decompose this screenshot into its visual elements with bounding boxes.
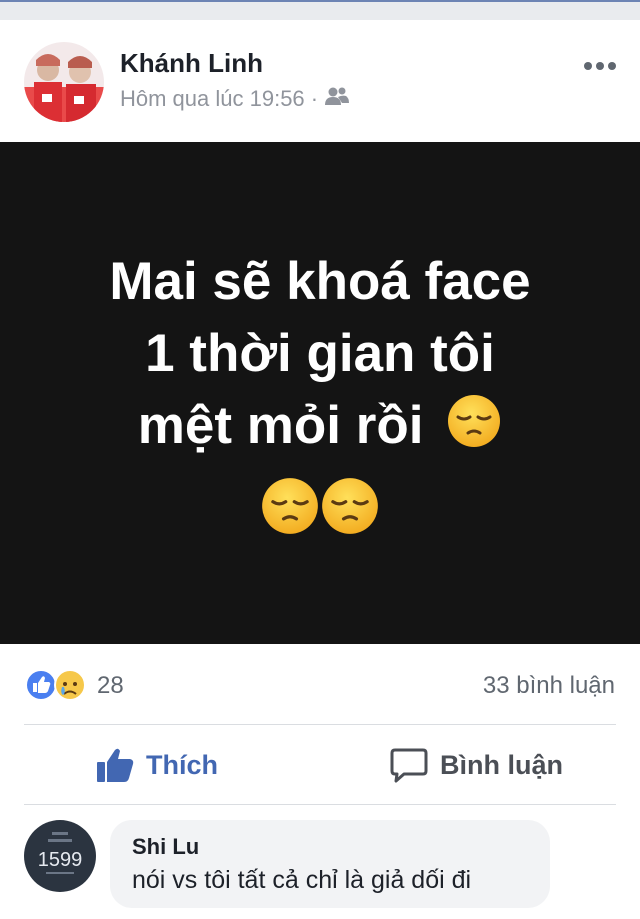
comment-text: nói vs tôi tất cả chỉ là giả dối đi [132,866,472,894]
pensive-face-icon [262,478,318,534]
like-label: Thích [146,749,218,780]
status-line-2: 1 thời gian tôi [145,324,495,383]
commenter-name[interactable]: Shi Lu [132,834,199,860]
emoji-line [0,476,640,536]
comment-item: 1599 Shi Lu nói vs tôi tất cả chỉ là giả… [0,820,640,919]
sad-reaction-icon [54,669,86,701]
reactions-bar: 28 33 bình luận [0,662,640,706]
post-header: Khánh Linh Hôm qua lúc 19:56 · [0,20,640,142]
svg-text:1599: 1599 [38,849,83,871]
action-bar: Thích Bình luận [0,725,640,805]
status-text: Mai sẽ khoá face 1 thời gian tôi mệt mỏi… [0,246,640,462]
like-button[interactable]: Thích [96,747,218,783]
pensive-face-icon [448,395,501,447]
reaction-icons[interactable] [24,668,92,702]
pensive-face-icon [322,478,378,534]
author-avatar[interactable] [24,42,104,122]
reaction-count[interactable]: 28 [97,672,124,700]
comment-bubble-icon [390,748,428,783]
commenter-avatar[interactable]: 1599 [24,820,96,892]
comment-count[interactable]: 33 bình luận [483,672,615,700]
thumbs-up-icon [97,748,134,782]
status-line-1: Mai sẽ khoá face [109,252,531,311]
status-line-3-text: mệt mỏi rồi [137,396,424,455]
post-timestamp[interactable]: Hôm qua lúc 19:56 · [120,86,318,112]
post-meta: Hôm qua lúc 19:56 · [120,86,350,112]
comment-label: Bình luận [440,749,563,780]
like-reaction-icon [25,669,57,701]
comment-bubble[interactable]: Shi Lu nói vs tôi tất cả chỉ là giả dối … [110,820,550,908]
author-name[interactable]: Khánh Linh [120,48,263,79]
divider [24,804,616,805]
comment-button[interactable]: Bình luận [390,747,563,783]
friends-icon [324,86,350,112]
status-line-3: mệt mỏi rồi [0,390,640,462]
top-bar [0,0,640,20]
more-dots-icon[interactable] [582,56,618,76]
